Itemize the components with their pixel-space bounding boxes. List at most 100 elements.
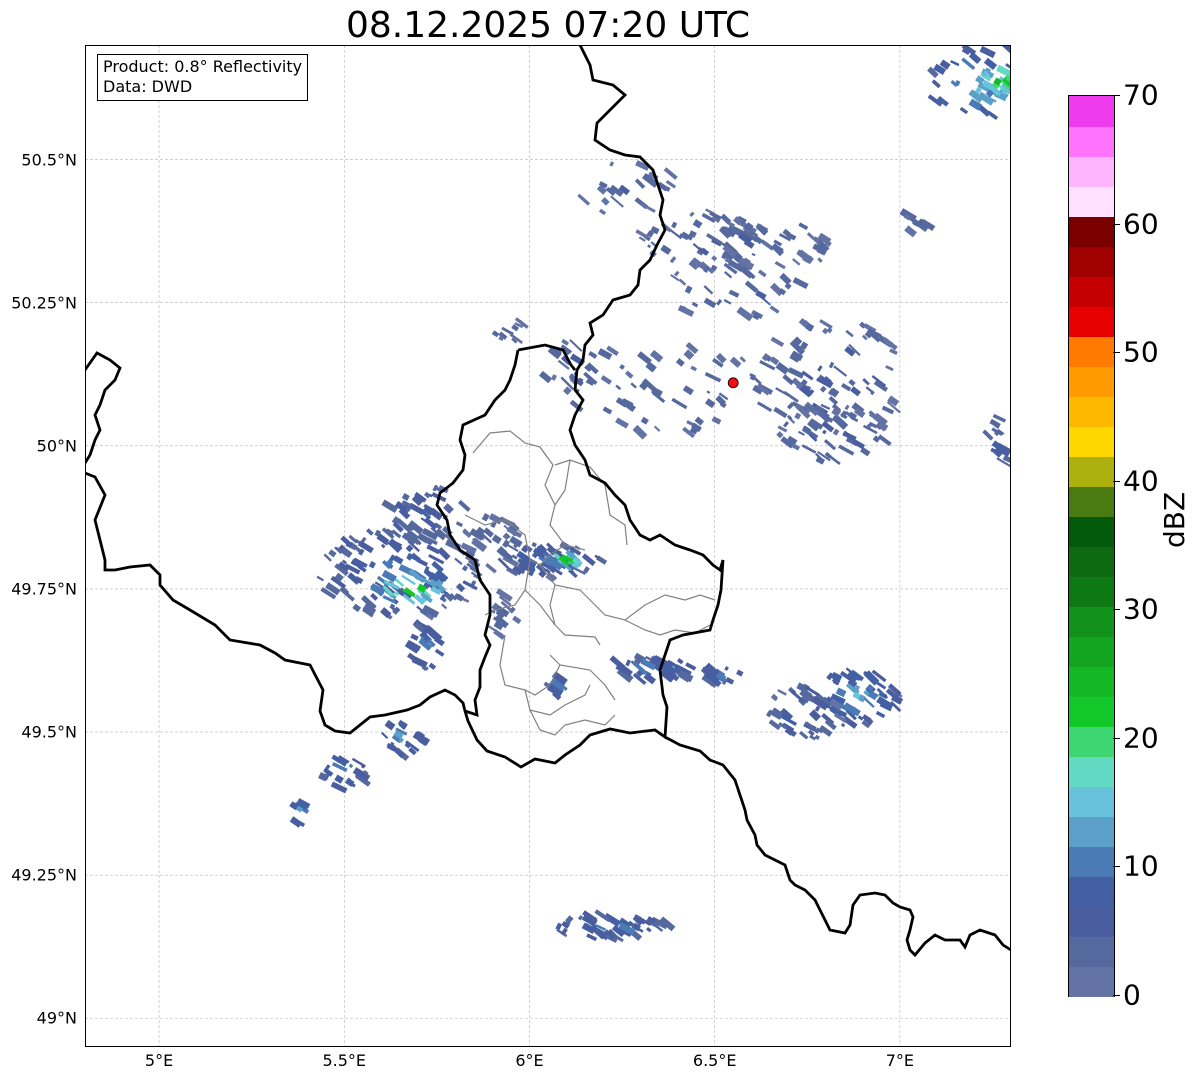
echo-cell (931, 79, 941, 89)
echo-cell (689, 211, 695, 217)
colorbar-segment (1069, 426, 1114, 457)
echo-cell (380, 543, 386, 549)
colorbar-tick-label: 10 (1123, 849, 1159, 883)
echo-cell (676, 658, 684, 665)
echo-cell (669, 256, 677, 264)
lat-tick-label: 50°N (36, 436, 77, 456)
echo-cell (328, 549, 337, 558)
echo-cell (863, 697, 875, 708)
echo-cell (602, 406, 613, 415)
echo-cell (455, 583, 466, 593)
echo-cell (640, 416, 649, 425)
radar-map[interactable] (83, 41, 1019, 1047)
echo-cell (724, 665, 729, 671)
echo-cell (660, 244, 672, 255)
echo-cell (829, 387, 840, 398)
colorbar-segment (1069, 876, 1114, 907)
colorbar-segment (1069, 486, 1114, 517)
echo-cell (887, 395, 900, 407)
echo-cell (600, 375, 612, 385)
lat-tick-label: 50.5°N (21, 150, 77, 169)
echo-cell (351, 757, 366, 768)
colorbar-segment (1069, 96, 1114, 127)
colorbar-tick (1113, 223, 1120, 225)
colorbar-segment (1069, 846, 1114, 877)
echo-cell (481, 512, 490, 522)
echo-cell (982, 429, 994, 441)
echo-cell (848, 378, 856, 387)
lon-tick-label: 6°E (515, 1051, 544, 1070)
echo-cell (677, 304, 695, 317)
echo-cell (711, 416, 722, 425)
echo-cell (794, 412, 802, 420)
echo-cell (865, 386, 875, 395)
echo-cell (370, 592, 379, 601)
radar-site-marker[interactable] (727, 377, 739, 389)
echo-cell (950, 59, 960, 67)
echo-cell (875, 710, 886, 719)
echo-cell (647, 244, 652, 249)
echo-cell (819, 385, 827, 393)
echo-cell (454, 557, 463, 565)
lon-tick-label: 7°E (885, 1051, 915, 1070)
echo-cell (817, 365, 823, 372)
colorbar-segment (1069, 246, 1114, 277)
echo-cell (711, 255, 718, 262)
lon-tick-label: 5.5°E (322, 1051, 367, 1070)
echo-cell (381, 731, 389, 740)
echo-cell (426, 544, 441, 555)
echo-cell (876, 687, 889, 700)
echo-cell (773, 406, 788, 419)
echo-cell (410, 633, 419, 641)
echo-cell (703, 285, 714, 295)
echo-cell (755, 290, 767, 300)
echo-cell (723, 299, 732, 305)
echo-cell (757, 269, 767, 278)
echo-cell (844, 404, 850, 411)
echo-cell (774, 260, 786, 270)
colorbar-segment (1069, 306, 1114, 337)
echo-cell (979, 45, 996, 59)
map-title: 08.12.2025 07:20 UTC (345, 5, 751, 46)
echo-cell (368, 561, 376, 569)
colorbar-segment (1069, 516, 1114, 547)
echo-cell (428, 662, 437, 670)
echo-cell (756, 401, 773, 412)
echo-cell (782, 421, 790, 428)
colorbar (1068, 95, 1115, 997)
echo-cell (640, 202, 656, 213)
echo-cell (649, 349, 664, 363)
echo-cell (365, 528, 374, 536)
echo-cell (653, 425, 661, 432)
echo-cell (1002, 41, 1019, 57)
colorbar-tick-label: 40 (1123, 464, 1159, 498)
echo-cell (610, 195, 624, 208)
colorbar-tick-label: 50 (1123, 335, 1159, 369)
colorbar-segment (1069, 126, 1114, 157)
colorbar-tick (1113, 609, 1120, 611)
echo-cell (625, 659, 632, 667)
colorbar-segment (1069, 396, 1114, 427)
canton-boundaries (464, 430, 716, 736)
echo-cell (423, 491, 431, 499)
echo-cell (609, 161, 615, 167)
echo-cell (646, 927, 652, 933)
echo-cell (826, 327, 833, 334)
echo-cell (770, 336, 785, 347)
echo-cell (760, 239, 775, 251)
echo-cell (904, 225, 918, 238)
echo-cell (635, 229, 649, 240)
info-box: Product: 0.8° Reflectivity Data: DWD (97, 54, 309, 101)
colorbar-tick (1113, 866, 1120, 868)
echo-cell (601, 197, 610, 206)
echo-cell (586, 933, 598, 942)
colorbar-segment (1069, 186, 1114, 217)
echo-cell (801, 444, 817, 454)
echo-cell (675, 358, 685, 367)
colorbar-tick-label: 20 (1123, 721, 1159, 755)
echo-cell (783, 390, 799, 403)
echo-cell (457, 499, 471, 512)
colorbar-tick (1113, 995, 1120, 996)
colorbar-tick-label: 70 (1123, 78, 1159, 112)
echo-cell (770, 693, 779, 701)
